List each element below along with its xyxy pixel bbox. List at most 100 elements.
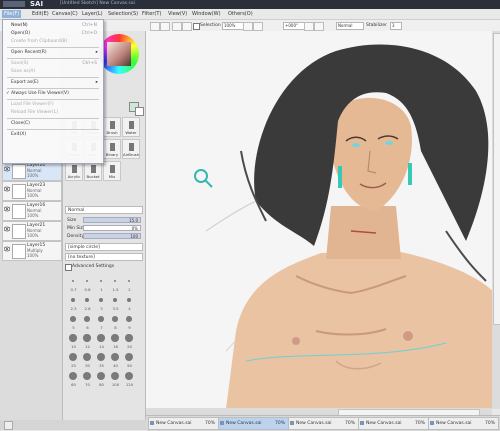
invert-selection-button[interactable]	[182, 22, 192, 31]
brush-size-preset[interactable]: 9	[123, 314, 136, 332]
brush-size-preset[interactable]: 35	[95, 352, 108, 370]
stabilizer-select[interactable]: 3	[390, 22, 402, 30]
brush-size-preset[interactable]: 70	[81, 371, 94, 389]
brush-size-preset[interactable]: 2.6	[81, 295, 94, 313]
brush-size-preset[interactable]: 1.5	[109, 276, 122, 294]
tool-button[interactable]: Water	[122, 117, 140, 137]
vertical-scroll-thumb[interactable]	[493, 33, 500, 325]
menu-item[interactable]: File(F)	[2, 10, 22, 18]
brush-size-preset[interactable]: 7	[95, 314, 108, 332]
redo-button[interactable]	[160, 22, 170, 31]
tool-button[interactable]: Binary	[103, 139, 121, 159]
advanced-settings-toggle[interactable]	[65, 264, 72, 271]
brush-size-preset[interactable]: 50	[123, 352, 136, 370]
file-menu-item[interactable]: ✓ Always Use File Viewer(V)	[5, 90, 101, 98]
eye-icon[interactable]	[3, 246, 11, 252]
trash-icon[interactable]	[4, 421, 13, 430]
eye-icon[interactable]	[3, 226, 11, 232]
selection-checkbox[interactable]	[193, 23, 200, 30]
menu-item[interactable]: Filter(T)	[140, 10, 163, 18]
blend-mode-select[interactable]: Normal	[336, 22, 364, 30]
canvas-tab[interactable]: New Canvas.sai 70%	[288, 417, 359, 430]
tool-button[interactable]: Acrylic	[65, 161, 83, 181]
zoom-field[interactable]: 100%	[222, 22, 244, 30]
tool-button[interactable]: Brush	[103, 117, 121, 137]
brush-size-preset[interactable]: 8	[109, 314, 122, 332]
brush-size-preset[interactable]: 2.3	[67, 295, 80, 313]
vertical-scrollbar[interactable]	[492, 31, 500, 409]
brush-size-preset[interactable]: 2	[123, 276, 136, 294]
color-square[interactable]	[107, 42, 131, 66]
brush-size-preset[interactable]: 120	[123, 371, 136, 389]
brush-size-preset[interactable]: 4	[123, 295, 136, 313]
deselect-button[interactable]	[172, 22, 182, 31]
brush-size-preset[interactable]: 10	[67, 333, 80, 351]
canvas-tab[interactable]: New Canvas.sai 70%	[358, 417, 429, 430]
brush-size-preset[interactable]: 12	[81, 333, 94, 351]
layer-row[interactable]: Layer23 Normal 100%	[2, 181, 62, 201]
file-menu-item[interactable]: Export as(E) ▸	[5, 79, 101, 87]
brush-size-preset[interactable]: 0.7	[67, 276, 80, 294]
brush-texture-select[interactable]: [no texture]	[65, 253, 143, 261]
brush-size-preset[interactable]: 60	[67, 371, 80, 389]
file-menu-item[interactable]: Reload File Viewer(L)	[5, 109, 101, 117]
menu-item[interactable]: View(V)	[166, 10, 189, 18]
brush-size-preset[interactable]: 25	[67, 352, 80, 370]
tool-button[interactable]: Bucket	[84, 161, 102, 181]
layer-row[interactable]: Layer21 Normal 100%	[2, 221, 62, 241]
menu-item[interactable]: Edit(E)	[30, 10, 51, 18]
brush-size-preset[interactable]: 5	[67, 314, 80, 332]
menu-item[interactable]: Window(W)	[190, 10, 223, 18]
brush-size-preset[interactable]: 3	[95, 295, 108, 313]
file-menu-item[interactable]: Load File Viewer(F)	[5, 101, 101, 109]
brush-size-preset[interactable]: 6	[81, 314, 94, 332]
file-menu-item[interactable]: Save(S) Ctrl+S	[5, 60, 101, 68]
menu-item[interactable]: Layer(L)	[80, 10, 105, 18]
menu-item[interactable]: Canvas(C)	[50, 10, 80, 18]
layer-row[interactable]: Layer16 Normal 100%	[2, 201, 62, 221]
file-menu-item[interactable]: New(N) Ctrl+N	[5, 22, 101, 30]
file-menu-item[interactable]: Open Recent(R) ▸	[5, 49, 101, 57]
file-menu-item[interactable]: Exit(X)	[5, 131, 101, 139]
brush-shape-select[interactable]: [simple circle]	[65, 243, 143, 251]
eye-icon[interactable]	[3, 166, 11, 172]
brush-size-preset[interactable]: 3.5	[109, 295, 122, 313]
canvas-area[interactable]	[146, 31, 500, 409]
brush-size-preset[interactable]: 1	[95, 276, 108, 294]
brush-size-preset[interactable]: 100	[109, 371, 122, 389]
brush-size-preset[interactable]: 80	[95, 371, 108, 389]
secondary-color-swatch[interactable]	[135, 107, 144, 116]
canvas-tab[interactable]: New Canvas.sai 70%	[148, 417, 219, 430]
eye-icon[interactable]	[3, 206, 11, 212]
eye-icon[interactable]	[3, 186, 11, 192]
density-slider[interactable]: 100	[83, 233, 141, 239]
rotate-left-button[interactable]	[304, 22, 314, 31]
layer-row[interactable]: Layer20 Normal 100%	[2, 161, 62, 181]
canvas-tab[interactable]: New Canvas.sai 70%	[428, 417, 499, 430]
canvas-tab[interactable]: New Canvas.sai 70%	[218, 417, 289, 430]
layer-row[interactable]: Layer15 Multiply 100%	[2, 241, 62, 261]
rotate-right-button[interactable]	[314, 22, 324, 31]
min-size-slider[interactable]: 0%	[83, 225, 141, 231]
angle-field[interactable]: +000°	[283, 22, 305, 30]
file-menu-item[interactable]: Save as(A)	[5, 68, 101, 76]
menu-item[interactable]: Others(O)	[226, 10, 255, 18]
brush-size-preset[interactable]: 20	[123, 333, 136, 351]
file-menu-item[interactable]: Open(O) Ctrl+O	[5, 30, 101, 38]
tool-button[interactable]: Mix	[103, 161, 121, 181]
file-menu-item[interactable]: Create from Clipboard(B)	[5, 38, 101, 46]
file-menu-item[interactable]: Close(C)	[5, 120, 101, 128]
zoom-out-button[interactable]	[243, 22, 253, 31]
menu-item[interactable]: Selection(S)	[106, 10, 140, 18]
undo-button[interactable]	[150, 22, 160, 31]
brush-size-preset[interactable]: 40	[109, 352, 122, 370]
brush-size-preset[interactable]: 16	[109, 333, 122, 351]
brush-blend-mode-select[interactable]: Normal	[65, 206, 143, 214]
zoom-in-button[interactable]	[253, 22, 263, 31]
brush-size-preset[interactable]: 30	[81, 352, 94, 370]
size-slider[interactable]: 15.0	[83, 217, 141, 223]
horizontal-scrollbar[interactable]	[146, 408, 492, 416]
brush-size-preset[interactable]: 14	[95, 333, 108, 351]
tool-button[interactable]: AirBrush	[122, 139, 140, 159]
brush-size-preset[interactable]: 0.8	[81, 276, 94, 294]
